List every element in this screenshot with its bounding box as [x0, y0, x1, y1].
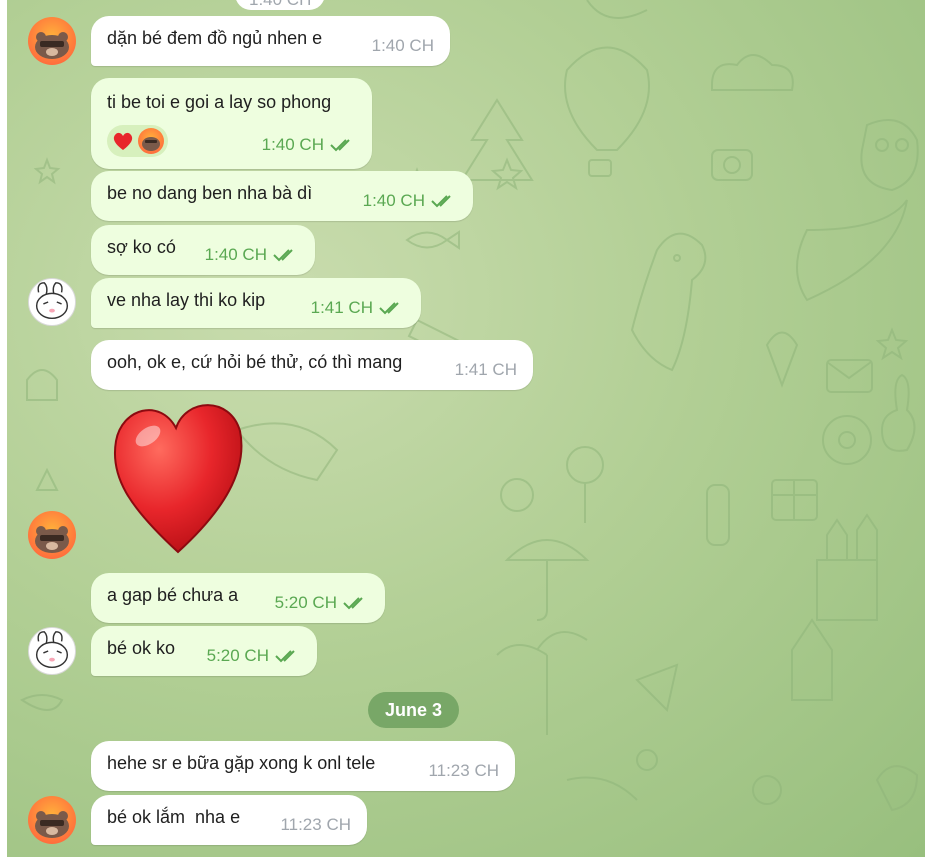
- message-meta: 11:23 CH: [280, 815, 351, 835]
- message-time: 11:23 CH: [428, 761, 499, 780]
- bunny-avatar[interactable]: [28, 278, 76, 326]
- message-text: a gap bé chưa a: [107, 584, 239, 605]
- bear-icon: [35, 811, 69, 838]
- message-time: 1:40 CH: [261, 135, 324, 154]
- bunny-icon: [35, 631, 69, 669]
- message-meta: 5:20 CH: [275, 593, 369, 613]
- message-text: hehe sr e bữa gặp xong k onl tele: [107, 752, 376, 773]
- message-text: bé ok lắm nha e: [107, 806, 241, 827]
- date-separator: June 3: [368, 692, 459, 728]
- double-check-icon: [431, 195, 451, 208]
- message-meta: 5:20 CH: [207, 646, 301, 666]
- message-bubble[interactable]: a gap bé chưa a 5:20 CH: [91, 573, 385, 623]
- message-meta: 1:41 CH: [455, 360, 517, 380]
- heart-icon: [113, 132, 133, 150]
- bear-avatar[interactable]: [28, 796, 76, 844]
- message-bubble[interactable]: dặn bé đem đồ ngủ nhen e 1:40 CH: [91, 16, 450, 66]
- message-time: 1:40 CH: [362, 191, 425, 210]
- message-meta: 11:23 CH: [428, 761, 499, 781]
- bear-avatar[interactable]: [28, 17, 76, 65]
- bear-icon: [35, 526, 69, 553]
- message-time: 1:41 CH: [454, 360, 517, 379]
- double-check-icon: [330, 139, 350, 152]
- message-bubble[interactable]: ve nha lay thi ko kip 1:41 CH: [91, 278, 421, 328]
- message-text: sợ ko có: [107, 236, 176, 257]
- double-check-icon: [343, 597, 363, 610]
- message-text: ti be toi e goi a lay so phong: [107, 92, 332, 112]
- message-meta: 1:40 CH: [205, 245, 299, 265]
- message-time: 1:40 CH: [371, 36, 434, 55]
- partial-top-time-text: 1:40 CH: [249, 0, 311, 10]
- bear-avatar[interactable]: [28, 511, 76, 559]
- message-text: be no dang ben nha bà dì: [107, 182, 313, 203]
- message-meta: 1:40 CH: [363, 191, 457, 211]
- bear-avatar-mini: [138, 128, 164, 154]
- message-text: ooh, ok e, cứ hỏi bé thử, có thì mang: [107, 351, 403, 372]
- message-time: 1:40 CH: [204, 245, 267, 264]
- message-meta: 1:40 CH: [372, 36, 434, 56]
- message-bubble[interactable]: ooh, ok e, cứ hỏi bé thử, có thì mang 1:…: [91, 340, 533, 390]
- bear-icon: [142, 137, 160, 151]
- message-meta: 1:40 CH: [262, 135, 356, 155]
- double-check-icon: [379, 302, 399, 315]
- double-check-icon: [273, 249, 293, 262]
- message-time: 1:41 CH: [310, 298, 373, 317]
- double-check-icon: [275, 650, 295, 663]
- partial-top-time: 1:40 CH: [235, 0, 326, 10]
- message-bubble[interactable]: bé ok ko 5:20 CH: [91, 626, 317, 676]
- red-heart-sticker[interactable]: [108, 396, 248, 556]
- bunny-avatar[interactable]: [28, 627, 76, 675]
- date-separator-text: June 3: [384, 699, 443, 720]
- message-bubble[interactable]: be no dang ben nha bà dì 1:40 CH: [91, 171, 473, 221]
- bunny-icon: [35, 282, 69, 320]
- reaction-chip[interactable]: [107, 125, 168, 157]
- message-text: ve nha lay thi ko kip: [107, 289, 266, 310]
- message-text: dặn bé đem đồ ngủ nhen e: [107, 27, 323, 48]
- message-bubble[interactable]: ti be toi e goi a lay so phong 1:40 CH: [91, 78, 372, 169]
- message-text: bé ok ko: [107, 637, 176, 658]
- message-time: 5:20 CH: [206, 646, 269, 665]
- message-meta: 1:41 CH: [311, 298, 405, 318]
- message-bubble[interactable]: bé ok lắm nha e 11:23 CH: [91, 795, 367, 845]
- message-time: 5:20 CH: [274, 593, 337, 612]
- bear-icon: [35, 32, 69, 59]
- message-time: 11:23 CH: [280, 815, 351, 834]
- message-bubble[interactable]: hehe sr e bữa gặp xong k onl tele 11:23 …: [91, 741, 515, 791]
- message-bubble[interactable]: sợ ko có 1:40 CH: [91, 225, 315, 275]
